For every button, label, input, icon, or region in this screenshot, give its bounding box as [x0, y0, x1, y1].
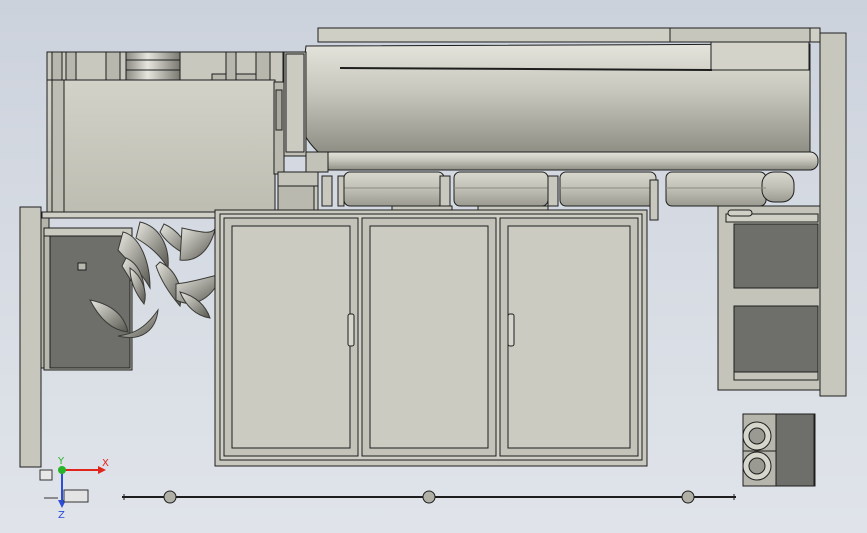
exhaust-cylinder — [125, 51, 181, 83]
right-tall-bracket — [819, 32, 847, 397]
drawer-top-opening — [733, 223, 819, 289]
dual-speaker-unit[interactable] — [742, 413, 816, 487]
cabinet-door-middle[interactable] — [361, 217, 497, 457]
rail-node-left — [163, 490, 177, 504]
x-axis-label: X — [102, 458, 109, 469]
right-drawer-unit[interactable] — [717, 205, 821, 391]
graphics-viewport[interactable]: X Y Z — [0, 0, 867, 533]
drum-row[interactable] — [343, 171, 795, 207]
coordinate-triad: X Y Z — [39, 456, 109, 521]
rail-node-right — [681, 490, 695, 504]
door-handle-left — [347, 313, 355, 347]
guide-rod — [321, 151, 819, 171]
rail-node-middle — [422, 490, 436, 504]
y-axis-dot — [58, 466, 66, 474]
top-roller-bar[interactable] — [283, 27, 821, 157]
left-hood-assembly[interactable] — [41, 51, 285, 219]
cabinet-door-right[interactable] — [499, 217, 639, 457]
cabinet[interactable] — [214, 209, 648, 467]
y-axis-label: Y — [57, 456, 65, 467]
door-handle-right — [507, 313, 515, 347]
drawer-bottom-opening — [733, 305, 819, 373]
hood-body — [46, 79, 276, 213]
cabinet-door-left[interactable] — [223, 217, 359, 457]
fan-box-opening — [49, 235, 131, 369]
left-post — [19, 206, 42, 468]
cad-model-drawing[interactable]: X Y Z — [0, 0, 867, 533]
z-axis-label: Z — [58, 510, 65, 521]
drawer-knob — [727, 209, 753, 217]
bottom-rail[interactable] — [122, 490, 736, 504]
